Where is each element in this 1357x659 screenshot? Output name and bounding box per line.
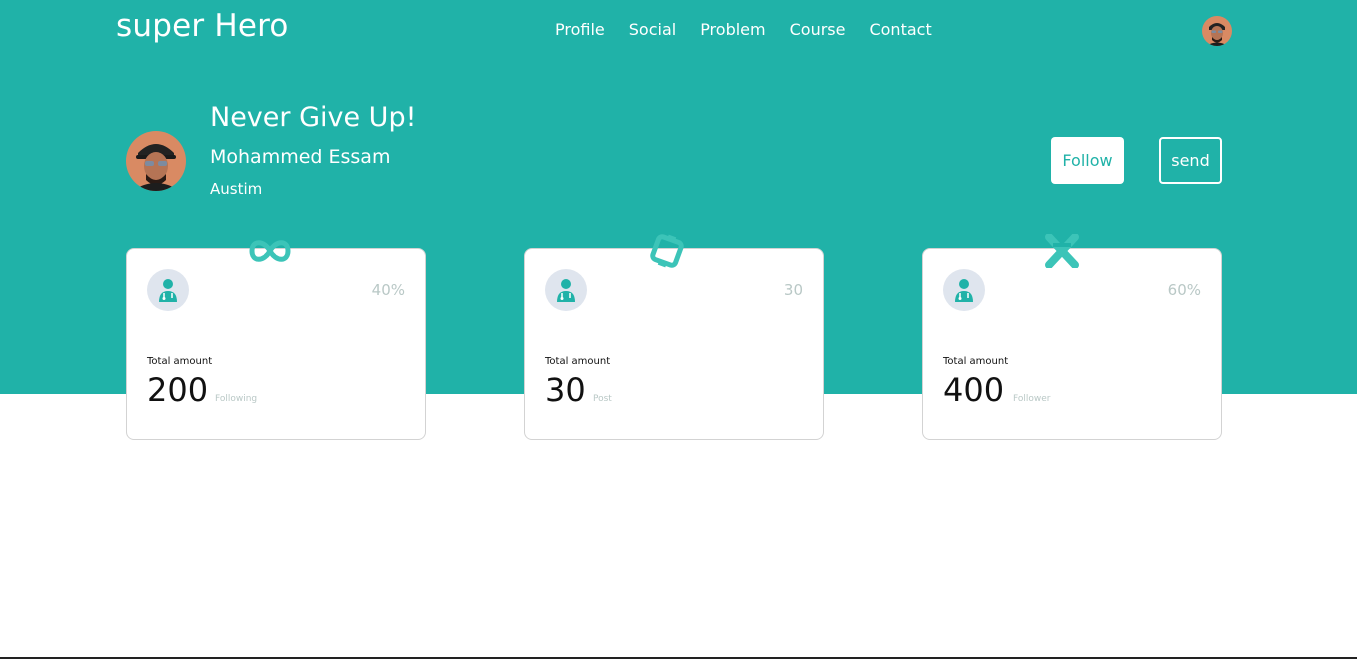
card-percent: 40% [371, 281, 405, 299]
card-percent: 60% [1167, 281, 1201, 299]
card-unit: Following [215, 394, 258, 404]
card-percent: 30 [783, 281, 803, 299]
profile-location: Austim [210, 180, 263, 198]
doctor-icon [545, 269, 587, 311]
card-value: 200 [147, 371, 209, 409]
brand-logo[interactable]: super Hero [116, 8, 289, 44]
send-button[interactable]: send [1159, 137, 1222, 184]
card-total-label: Total amount [147, 356, 213, 367]
ring-icon [650, 234, 684, 268]
card-value: 400 [943, 371, 1005, 409]
main-nav: Profile Social Problem Course Contact [555, 20, 956, 39]
nav-problem[interactable]: Problem [700, 20, 765, 39]
card-total-label: Total amount [943, 356, 1009, 367]
nav-social[interactable]: Social [629, 20, 676, 39]
card-unit: Follower [1013, 394, 1051, 404]
card-value: 30 [545, 371, 586, 409]
stat-card-following: 40% Total amount 200 Following [126, 240, 426, 440]
profile-name: Mohammed Essam [210, 146, 391, 168]
cross-icon [1045, 234, 1079, 268]
doctor-icon [943, 269, 985, 311]
profile-photo [126, 131, 186, 191]
nav-course[interactable]: Course [790, 20, 846, 39]
avatar-photo [1202, 16, 1232, 46]
card-unit: Post [593, 394, 612, 404]
stat-card-follower: 60% Total amount 400 Follower [922, 234, 1222, 440]
follow-button[interactable]: Follow [1051, 137, 1124, 184]
nav-profile[interactable]: Profile [555, 20, 605, 39]
profile-avatar [126, 131, 186, 191]
nav-contact[interactable]: Contact [869, 20, 931, 39]
doctor-icon [147, 269, 189, 311]
card-total-label: Total amount [545, 356, 611, 367]
profile-tagline: Never Give Up! [210, 102, 417, 133]
user-avatar[interactable] [1202, 16, 1232, 46]
infinity-icon [249, 240, 291, 262]
stat-card-post: 30 Total amount 30 Post [524, 234, 824, 440]
